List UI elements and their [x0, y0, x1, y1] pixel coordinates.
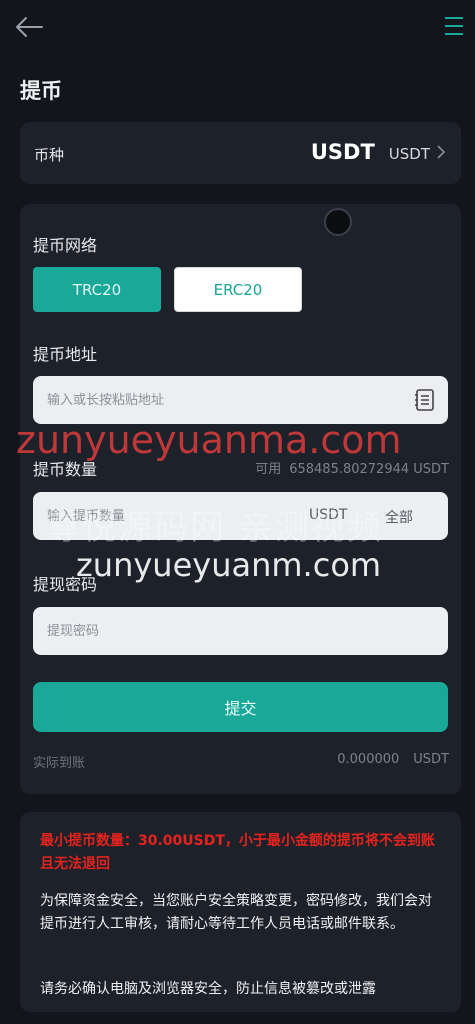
coin-value-big: USDT: [310, 140, 375, 164]
available-balance: 可用 658485.80272944 USDT: [255, 458, 449, 477]
actual-unit: USDT: [413, 752, 449, 767]
top-bar: [0, 0, 475, 56]
amount-all-button[interactable]: 全部: [385, 507, 413, 527]
amount-input[interactable]: [47, 492, 287, 540]
notice-card: 最小提币数量：30.00USDT，小于最小金额的提币将不会到账且无法退回 为保障…: [20, 812, 461, 1012]
actual-received-label: 实际到账: [33, 756, 86, 771]
security-notice: 请务必确认电脑及浏览器安全，防止信息被篡改或泄露: [40, 981, 376, 997]
submit-button[interactable]: 提交: [33, 682, 448, 732]
review-notice: 为保障资金安全，当您账户安全策略变更，密码修改，我们会对提币进行人工审核，请耐心…: [40, 893, 432, 932]
actual-received-value: 0.000000 USDT: [337, 752, 449, 767]
coin-value-small: USDT: [388, 145, 430, 163]
address-field[interactable]: [33, 376, 448, 424]
coin-value[interactable]: USDT USDT: [311, 140, 445, 164]
amount-label: 提币数量: [33, 460, 98, 479]
address-label: 提币地址: [33, 345, 98, 364]
coin-selector[interactable]: 币种 USDT USDT: [20, 122, 461, 184]
address-book-icon[interactable]: [414, 388, 436, 412]
amount-unit: USDT: [309, 507, 348, 523]
menu-icon[interactable]: [443, 14, 465, 38]
withdraw-form: 提币网络 TRC20 ERC20 提币地址 提币数量 可用 658485.8027…: [20, 204, 461, 794]
network-erc20-button[interactable]: ERC20: [174, 267, 302, 312]
network-trc20-button[interactable]: TRC20: [33, 267, 161, 312]
actual-amount: 0.000000: [337, 752, 400, 767]
chevron-right-icon: [437, 145, 445, 159]
arrow-left-icon[interactable]: [14, 14, 44, 40]
floating-dot: [324, 208, 352, 236]
password-field[interactable]: [33, 607, 448, 655]
password-input[interactable]: [47, 607, 347, 655]
amount-field[interactable]: USDT 全部: [33, 492, 448, 540]
password-label: 提现密码: [33, 575, 98, 594]
min-amount-warning: 最小提币数量：30.00USDT，小于最小金额的提币将不会到账且无法退回: [40, 833, 435, 872]
network-label: 提币网络: [33, 236, 98, 255]
address-input[interactable]: [47, 376, 347, 424]
available-label: 可用: [255, 462, 282, 477]
coin-label: 币种: [34, 146, 65, 164]
available-value: 658485.80272944 USDT: [289, 462, 449, 477]
page-title: 提币: [20, 79, 62, 103]
